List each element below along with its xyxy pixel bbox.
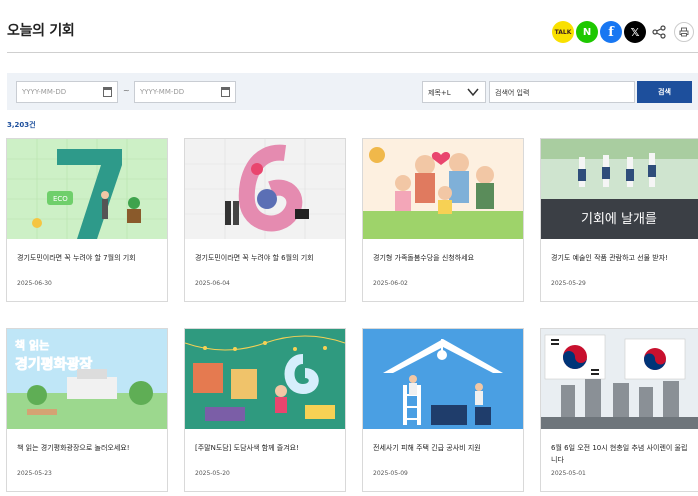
opportunity-card[interactable]: ECO 경기도민이라면 꼭 누려야 할 7월의 기회 2025-06-30 — [6, 138, 168, 302]
naver-share-icon[interactable]: N — [576, 21, 598, 43]
opportunity-card[interactable]: 경기형 가족돌봄수당을 신청하세요 2025-06-02 — [362, 138, 524, 302]
opportunity-card[interactable]: 책 읽는 경기평화광장 책 읽는 경기평화광장으로 놀러오세요! 2025-05… — [6, 328, 168, 492]
share-icon[interactable] — [648, 21, 670, 43]
card-date: 2025-05-01 — [551, 470, 586, 477]
start-date-placeholder: YYYY-MM-DD — [22, 88, 67, 96]
card-date: 2025-05-09 — [373, 470, 408, 477]
kakao-share-icon[interactable]: TALK — [552, 21, 574, 43]
x-share-icon[interactable]: 𝕏 — [624, 21, 646, 43]
card-image-text: 기회에 날개를 — [581, 212, 657, 227]
card-date: 2025-06-04 — [195, 280, 230, 287]
search-field-value: 제목+L — [428, 89, 451, 97]
card-title: 경기도민이라면 꼭 누려야 할 7월의 기회 — [17, 254, 136, 262]
number-six-illustration-icon — [185, 139, 345, 239]
search-button[interactable]: 검색 — [637, 81, 692, 103]
end-date-placeholder: YYYY-MM-DD — [140, 88, 185, 96]
card-date: 2025-05-29 — [551, 280, 586, 287]
opportunity-card[interactable]: 기회에 날개를 경기도 예술인 작품 관람하고 선물 받자! 2025-05-2… — [540, 138, 698, 302]
title-divider — [7, 52, 698, 53]
share-bar: TALK N f 𝕏 — [552, 21, 694, 43]
end-date-input[interactable]: YYYY-MM-DD — [134, 81, 236, 103]
family-illustration-icon — [363, 139, 523, 239]
card-title: 경기도민이라면 꼭 누려야 할 6월의 기회 — [195, 254, 314, 262]
print-icon[interactable] — [674, 22, 694, 42]
opportunity-card[interactable]: 전세사기 피해 주택 긴급 공사비 지원 2025-05-09 — [362, 328, 524, 492]
card-title: 전세사기 피해 주택 긴급 공사비 지원 — [373, 444, 481, 452]
opportunity-card[interactable]: [주말N도담] 도담사색 함께 즐겨요! 2025-05-20 — [184, 328, 346, 492]
memorial-flags-photo-icon — [541, 329, 698, 429]
dancers-photo-icon: 기회에 날개를 — [541, 139, 698, 239]
search-input-placeholder: 검색어 입력 — [495, 89, 530, 97]
start-date-input[interactable]: YYYY-MM-DD — [16, 81, 118, 103]
facebook-share-icon[interactable]: f — [600, 21, 622, 43]
search-field-select[interactable]: 제목+L — [422, 81, 486, 103]
search-input[interactable]: 검색어 입력 — [489, 81, 635, 103]
calendar-icon[interactable] — [103, 87, 112, 97]
svg-text:ECO: ECO — [53, 195, 68, 203]
chevron-down-icon — [467, 88, 479, 97]
calendar-icon[interactable] — [221, 87, 230, 97]
card-title: 경기도 예술인 작품 관람하고 선물 받자! — [551, 254, 668, 262]
card-title: [주말N도담] 도담사색 함께 즐겨요! — [195, 444, 299, 452]
card-title: 책 읽는 경기평화광장으로 놀러오세요! — [17, 444, 130, 452]
opportunity-card[interactable]: 경기도민이라면 꼭 누려야 할 6월의 기회 2025-06-04 — [184, 138, 346, 302]
result-count: 3,203건 — [7, 121, 36, 129]
repair-illustration-icon — [363, 329, 523, 429]
number-seven-eco-illustration-icon: ECO — [7, 139, 167, 239]
card-date: 2025-06-30 — [17, 280, 52, 287]
date-range-separator: ~ — [123, 86, 130, 95]
card-date: 2025-06-02 — [373, 280, 408, 287]
search-panel: YYYY-MM-DD ~ YYYY-MM-DD 제목+L 검색어 입력 검색 — [7, 73, 698, 110]
card-date: 2025-05-20 — [195, 470, 230, 477]
card-title: 6월 6일 오전 10시 현충일 추념 사이렌이 울립니다 — [551, 444, 688, 464]
opportunity-card[interactable]: 6월 6일 오전 10시 현충일 추념 사이렌이 울립니다 2025-05-01 — [540, 328, 698, 492]
market-illustration-icon — [185, 329, 345, 429]
page-title: 오늘의 기회 — [7, 23, 75, 39]
plaza-illustration-icon: 책 읽는 경기평화광장 — [7, 329, 167, 429]
card-image-text-top: 책 읽는 — [15, 338, 49, 352]
card-date: 2025-05-23 — [17, 470, 52, 477]
card-title: 경기형 가족돌봄수당을 신청하세요 — [373, 254, 475, 262]
